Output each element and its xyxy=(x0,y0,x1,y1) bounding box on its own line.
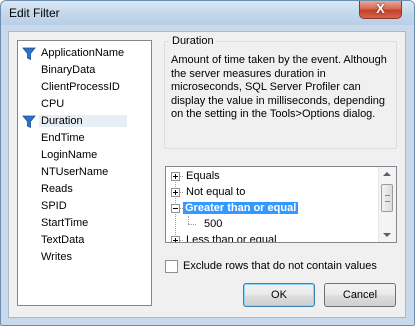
expand-icon[interactable] xyxy=(171,188,180,197)
ok-button[interactable]: OK xyxy=(243,283,315,307)
column-item[interactable]: LoginName xyxy=(18,147,151,164)
column-item[interactable]: CPU xyxy=(18,96,151,113)
column-item[interactable]: SPID xyxy=(18,198,151,215)
column-item-label: Duration xyxy=(39,115,127,127)
edit-filter-dialog: Edit Filter X ApplicationName BinaryData C… xyxy=(0,0,415,326)
column-item-label: LoginName xyxy=(41,149,98,161)
expand-icon[interactable] xyxy=(171,172,180,181)
column-list[interactable]: ApplicationName BinaryData ClientProcessID… xyxy=(17,40,152,306)
collapse-icon[interactable] xyxy=(171,204,180,213)
description-text: Amount of time taken by the event. Altho… xyxy=(171,54,387,120)
tree-node-label-selected: Greater than or equal xyxy=(183,202,299,214)
filter-value[interactable]: 500 xyxy=(202,218,224,230)
filter-funnel-icon xyxy=(22,115,36,129)
vertical-scrollbar[interactable] xyxy=(378,167,396,242)
cancel-button[interactable]: Cancel xyxy=(324,283,396,307)
column-item[interactable]: ClientProcessID xyxy=(18,79,151,96)
close-button[interactable]: X xyxy=(359,1,402,19)
column-item[interactable]: ApplicationName xyxy=(18,45,151,62)
column-item-label: EndTime xyxy=(41,132,85,144)
description-title: Duration xyxy=(169,35,217,47)
scroll-thumb[interactable] xyxy=(381,184,393,212)
dialog-client-area: ApplicationName BinaryData ClientProcessID… xyxy=(8,31,406,318)
window-title: Edit Filter xyxy=(9,6,60,20)
column-item[interactable]: NTUserName xyxy=(18,164,151,181)
column-item-label: TextData xyxy=(41,234,85,246)
scroll-up-icon[interactable] xyxy=(383,172,391,176)
tree-node-label: Equals xyxy=(186,170,220,182)
tree-node-greater-or-equal[interactable]: Greater than or equal xyxy=(166,201,380,217)
column-item-label: BinaryData xyxy=(41,64,96,76)
column-item-label: Reads xyxy=(41,183,73,195)
column-item-label: NTUserName xyxy=(41,166,109,178)
tree-node-equals[interactable]: Equals xyxy=(166,169,380,185)
close-icon: X xyxy=(376,1,385,16)
tree-node-label: Not equal to xyxy=(186,186,246,198)
exclude-rows-checkbox[interactable] xyxy=(165,260,178,273)
column-item-label: CPU xyxy=(41,98,65,110)
tree-node-value[interactable]: 500 xyxy=(166,217,380,233)
filter-funnel-icon xyxy=(22,47,36,61)
column-item-label: ApplicationName xyxy=(41,47,125,59)
column-item[interactable]: Duration xyxy=(18,113,151,130)
tree-node-less-or-equal[interactable]: Less than or equal xyxy=(166,233,380,243)
column-item[interactable]: TextData xyxy=(18,232,151,249)
column-item[interactable]: EndTime xyxy=(18,130,151,147)
column-item-label: ClientProcessID xyxy=(41,81,120,93)
column-item-label: StartTime xyxy=(41,217,89,229)
column-item[interactable]: Writes xyxy=(18,249,151,266)
column-item[interactable]: Reads xyxy=(18,181,151,198)
exclude-rows-label[interactable]: Exclude rows that do not contain values xyxy=(183,260,377,272)
tree-node-label: Less than or equal xyxy=(186,234,277,243)
title-bar[interactable]: Edit Filter X xyxy=(1,1,414,25)
scroll-down-icon[interactable] xyxy=(383,233,391,237)
column-item[interactable]: BinaryData xyxy=(18,62,151,79)
expand-icon[interactable] xyxy=(171,236,180,242)
column-item-label: SPID xyxy=(41,200,67,212)
operator-tree[interactable]: Equals Not equal to Greater than or equa… xyxy=(165,166,397,243)
column-item[interactable]: StartTime xyxy=(18,215,151,232)
column-item-label: Writes xyxy=(41,251,72,263)
tree-node-not-equal[interactable]: Not equal to xyxy=(166,185,380,201)
